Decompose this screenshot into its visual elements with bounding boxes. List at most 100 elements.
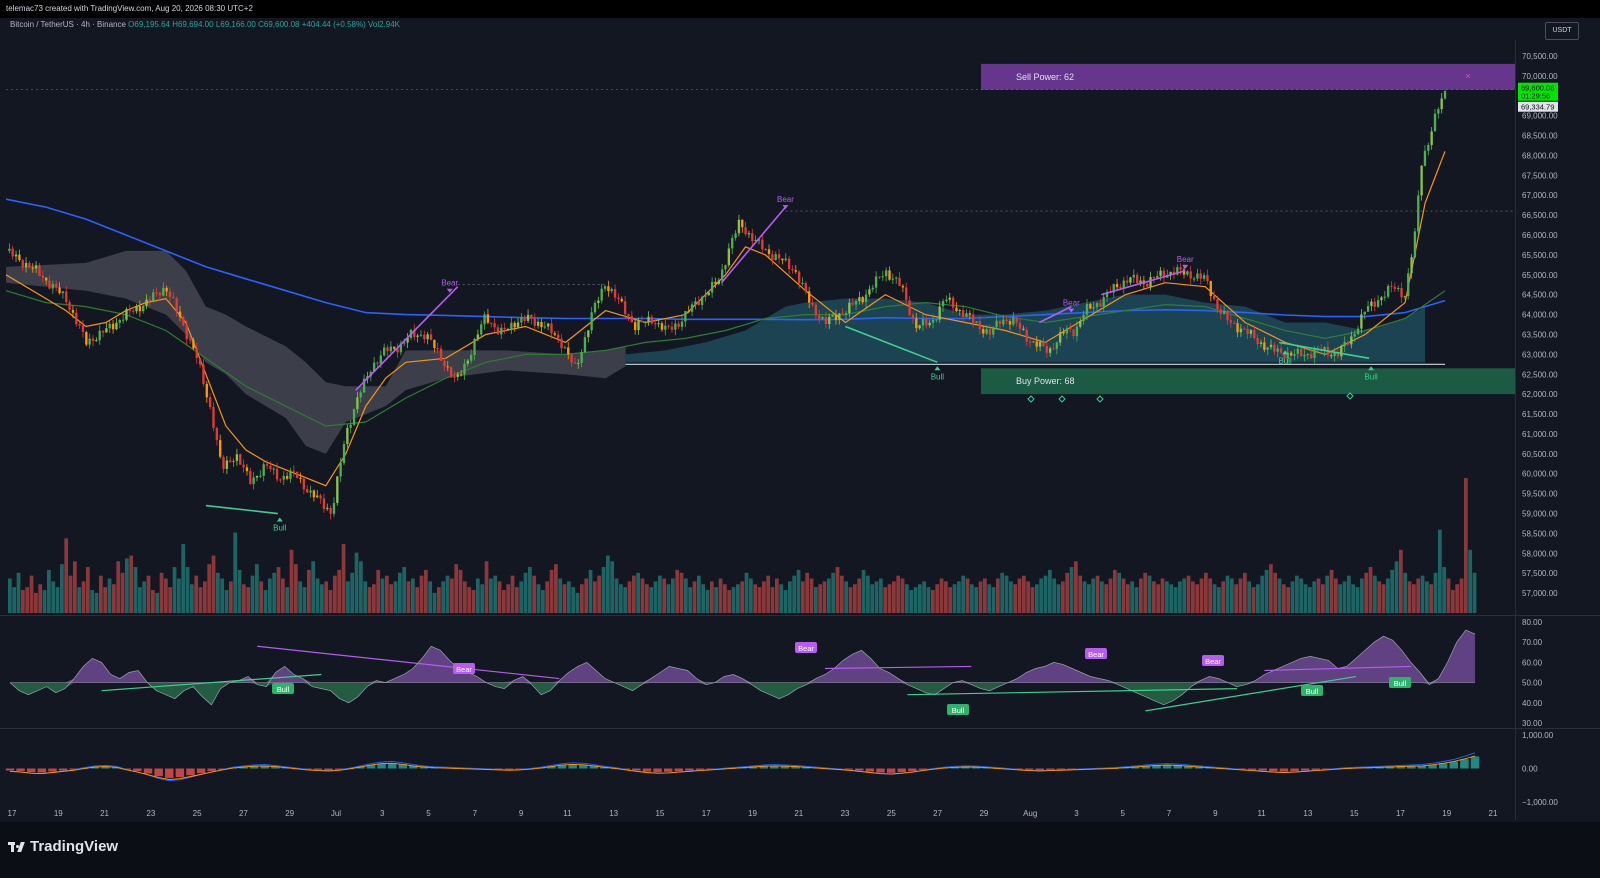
volume-bar [1126,584,1130,613]
rsi-badge-label: Bear [798,644,814,653]
candle-body [322,498,326,509]
volume-bar [81,581,86,613]
candle-body [215,427,219,441]
candle-body [1249,330,1253,334]
price-chart[interactable]: Sell Power: 62Buy Power: 68 BearBearBear… [0,0,1600,878]
currency-button[interactable]: USDT [1545,22,1579,40]
candle-body [901,285,905,288]
volume-bar [151,590,155,613]
candle-body [878,276,881,278]
volume-bar [86,567,90,613]
candle [710,277,714,298]
candle-body [888,270,891,280]
candle [1383,291,1386,302]
candle-body [225,460,229,469]
candle [513,321,516,332]
volume-bar [445,575,450,613]
volume-bar [1420,575,1425,613]
volume-bar [203,581,207,613]
rsi-tick: 40.00 [1522,699,1543,708]
candle [884,267,888,282]
candle-body [1082,314,1085,321]
candles[interactable] [8,90,1447,520]
candle-body [98,330,101,341]
volume-bar [558,578,563,613]
volume-bar [675,569,680,613]
candle-body [279,479,282,481]
candle [784,253,787,262]
time-tick: 3 [1074,809,1079,818]
candle-body [1360,314,1363,329]
candle [496,324,500,335]
candle-body [965,313,968,318]
candle-body [1179,267,1182,270]
volume-readout: Vol2.94K [367,20,401,29]
candle-body [198,358,202,365]
candle-body [480,324,483,335]
volume-bar [229,581,233,613]
candle-body [1092,307,1095,309]
rsi-badge-label: Bull [1306,687,1319,696]
volume-bar [177,578,181,613]
rsi-panel[interactable]: Bear Bear Bear Bear Bull Bull Bull Bull [9,629,1476,715]
candle-body [486,314,490,323]
volume-bar [1468,549,1473,613]
candle-body [1206,275,1209,282]
candle-body [731,237,734,249]
price-tick: 58,500.00 [1522,529,1558,538]
volume-bar [632,575,636,613]
price-axis[interactable]: 70,500.00 70,000.00 69,000.00 68,500.00 68,0… [1522,52,1558,807]
volume-bar [1121,578,1126,613]
candle-body [1229,320,1233,323]
time-tick: 19 [748,809,757,818]
volume-bar [536,584,541,613]
volume-bar [887,584,892,613]
tradingview-logo[interactable]: TradingView [8,838,118,855]
candle [208,393,212,410]
candle-body [14,254,18,257]
candle-body [620,298,623,302]
candle-body [51,284,55,289]
macd-panel[interactable] [5,752,1480,782]
candle [901,284,905,293]
candle-body [911,315,915,319]
candle-body [121,319,125,321]
candle-body [794,270,797,272]
candle-body [1055,342,1059,349]
volume-bar [831,572,836,613]
candle-body [1119,287,1122,289]
candle-body [1310,354,1313,359]
candle-body [627,314,630,316]
candle [299,472,302,484]
candle-body [1276,348,1279,352]
candle-body [252,477,255,484]
volume-bar [965,578,970,613]
candle [1420,165,1423,201]
volume-bar [1342,581,1347,613]
volume-bar [1108,578,1113,613]
candle [416,333,419,343]
candle [125,307,128,322]
candle-body [182,316,185,326]
volume-bar [250,575,255,613]
candle-body [1072,329,1075,336]
volume-bar [406,581,411,613]
volume-bar [34,592,38,613]
candle-body [721,269,724,281]
candle [229,456,232,463]
symbol-name[interactable]: Bitcoin / TetherUS · 4h · Binance [10,20,126,29]
candle-body [426,334,429,340]
candle-body [972,314,975,323]
volume-bar [853,584,857,613]
candle-body [938,306,941,320]
candle-body [1018,322,1022,329]
time-axis[interactable]: 17 19 21 23 25 27 29 Jul 3 5 7 9 11 13 15 17 19 21 23 25 27 2… [8,809,1498,818]
candle [664,320,667,336]
candle-body [808,291,811,303]
candle [198,358,202,368]
volume-bar [1117,572,1122,613]
candle-body [379,355,382,364]
candle-body [664,325,667,330]
candle-body [925,319,928,326]
candle [600,283,603,304]
